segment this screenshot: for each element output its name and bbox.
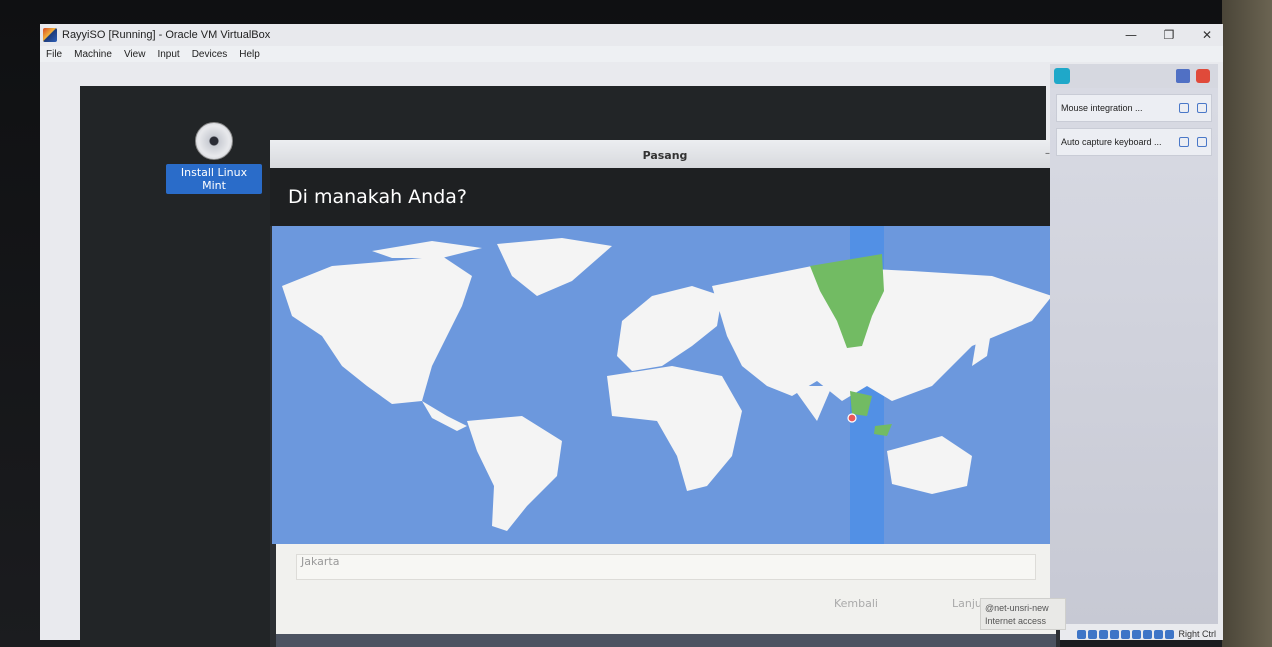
audio-icon[interactable]	[1099, 629, 1109, 639]
host-key-label: Right Ctrl	[1178, 629, 1216, 639]
desktop-icon-label: Install Linux Mint	[166, 164, 262, 194]
title-bar: RayyiSO [Running] - Oracle VM VirtualBox…	[40, 24, 1223, 46]
virtualbox-app-icon	[43, 28, 57, 42]
notification-label: Mouse integration ...	[1061, 103, 1143, 113]
cpu-icon[interactable]	[1165, 629, 1175, 639]
timezone-map[interactable]	[272, 226, 1060, 544]
notification-actions	[1179, 137, 1207, 147]
window-controls: — ❐ ✕	[1123, 24, 1215, 46]
page-title: Di manakah Anda?	[288, 186, 468, 208]
heading-area: Di manakah Anda?	[270, 168, 1060, 226]
menu-bar: File Machine View Input Devices Help	[40, 46, 1223, 62]
window-title: RayyiSO [Running] - Oracle VM VirtualBox	[62, 29, 271, 41]
toggle-icon[interactable]	[1179, 103, 1189, 113]
back-button[interactable]: Kembali	[834, 592, 878, 614]
guest-display[interactable]: Install Linux Mint Pasang – Di manakah A…	[80, 86, 1060, 647]
menu-file[interactable]: File	[46, 49, 62, 60]
clear-all-icon[interactable]	[1196, 69, 1210, 83]
installer-window: Pasang – Di manakah Anda? Jakarta Kembal…	[270, 140, 1060, 647]
installer-title: Pasang	[642, 149, 688, 162]
menu-input[interactable]: Input	[157, 49, 179, 60]
message-center-icon[interactable]	[1054, 68, 1070, 84]
sort-icon[interactable]	[1176, 69, 1190, 83]
network-toast[interactable]: @net-unsri-new Internet access	[980, 598, 1066, 630]
status-bar: Right Ctrl	[1050, 628, 1220, 640]
dismiss-icon[interactable]	[1197, 103, 1207, 113]
menu-help[interactable]: Help	[239, 49, 260, 60]
network-icon[interactable]	[1110, 629, 1120, 639]
menu-machine[interactable]: Machine	[74, 49, 112, 60]
minimize-button[interactable]: —	[1123, 28, 1139, 42]
sidebar-toolbar	[1050, 64, 1218, 88]
installer-footer-bar	[276, 634, 1056, 647]
timezone-input[interactable]: Jakarta	[296, 554, 1036, 580]
notification-actions	[1179, 103, 1207, 113]
shared-folder-icon[interactable]	[1132, 629, 1142, 639]
close-button[interactable]: ✕	[1199, 28, 1215, 42]
notification-mouse-integration[interactable]: Mouse integration ...	[1056, 94, 1212, 122]
display-icon[interactable]	[1143, 629, 1153, 639]
installer-titlebar: Pasang –	[270, 140, 1060, 168]
menu-devices[interactable]: Devices	[192, 49, 228, 60]
world-map-icon	[272, 226, 1060, 544]
restore-button[interactable]: ❐	[1161, 28, 1177, 42]
usb-icon[interactable]	[1121, 629, 1131, 639]
optical-drive-icon[interactable]	[1088, 629, 1098, 639]
hard-disk-icon[interactable]	[1077, 629, 1087, 639]
virtualbox-window: RayyiSO [Running] - Oracle VM VirtualBox…	[40, 24, 1223, 647]
installer-bottom-panel: Jakarta Kembali Lanjutkan	[276, 544, 1056, 634]
toggle-icon[interactable]	[1179, 137, 1189, 147]
recording-icon[interactable]	[1154, 629, 1164, 639]
menu-view[interactable]: View	[124, 49, 146, 60]
notification-auto-capture[interactable]: Auto capture keyboard ...	[1056, 128, 1212, 156]
notification-label: Auto capture keyboard ...	[1061, 137, 1162, 147]
dismiss-icon[interactable]	[1197, 137, 1207, 147]
network-ssid: @net-unsri-new	[985, 603, 1049, 613]
timezone-input-value: Jakarta	[301, 555, 340, 568]
desktop-install-icon[interactable]: Install Linux Mint	[166, 122, 262, 194]
notification-sidebar: Mouse integration ... Auto capture keybo…	[1050, 64, 1218, 624]
disc-icon	[195, 122, 233, 160]
background-surface	[1222, 0, 1272, 647]
network-status: Internet access	[985, 616, 1047, 626]
